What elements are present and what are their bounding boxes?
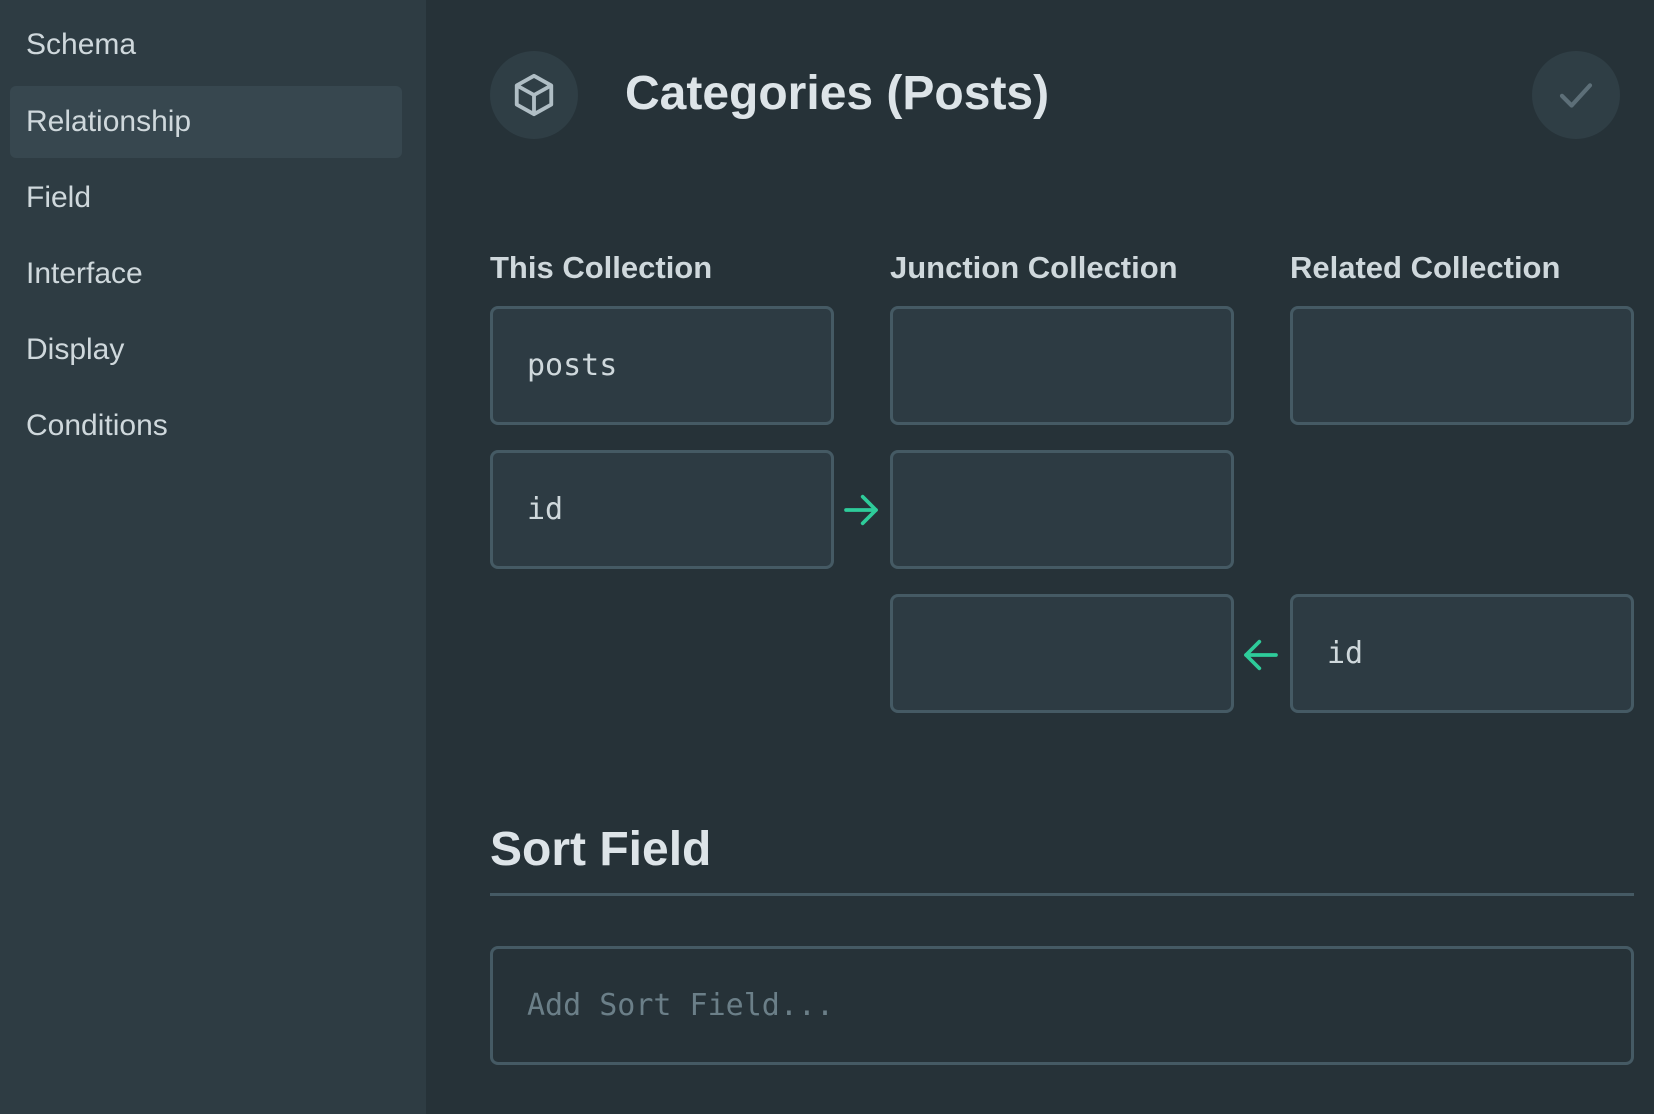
sidebar-item-relationship[interactable]: Relationship [10, 86, 402, 158]
sort-field-title: Sort Field [490, 823, 712, 876]
check-icon [1559, 83, 1593, 108]
this-primary-key-field[interactable]: id [490, 450, 834, 569]
this-collection-label: This Collection [490, 250, 713, 285]
section-divider [490, 893, 1634, 896]
related-collection-field[interactable] [1290, 306, 1634, 425]
junction-field-related[interactable] [890, 594, 1234, 713]
arrow-left-icon [1241, 635, 1281, 675]
sidebar-item-conditions[interactable]: Conditions [10, 390, 402, 462]
this-collection-field[interactable]: posts [490, 306, 834, 425]
related-primary-key-field[interactable]: id [1290, 594, 1634, 713]
junction-collection-label: Junction Collection [890, 250, 1178, 285]
arrow-right-icon [841, 490, 881, 530]
box-icon [490, 51, 578, 139]
sidebar: Schema Relationship Field Interface Disp… [0, 0, 426, 1114]
sidebar-item-schema[interactable]: Schema [10, 9, 402, 81]
junction-collection-field[interactable] [890, 306, 1234, 425]
save-button[interactable] [1532, 51, 1620, 139]
sidebar-item-interface[interactable]: Interface [10, 238, 402, 310]
page-title: Categories (Posts) [625, 67, 1050, 120]
related-collection-label: Related Collection [1290, 250, 1561, 285]
app-window: Schema Relationship Field Interface Disp… [0, 0, 1654, 1114]
sidebar-item-display[interactable]: Display [10, 314, 402, 386]
sidebar-item-field[interactable]: Field [10, 162, 402, 234]
junction-field-this[interactable] [890, 450, 1234, 569]
sort-field-input[interactable]: Add Sort Field... [490, 946, 1634, 1065]
